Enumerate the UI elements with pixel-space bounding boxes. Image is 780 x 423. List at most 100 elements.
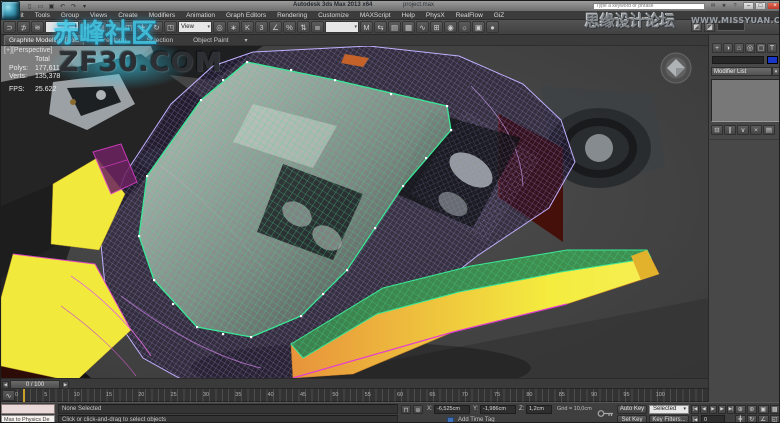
orbit-icon[interactable]: ↻ (747, 415, 758, 423)
schematic-view-icon[interactable]: ⊞ (430, 21, 443, 33)
modifier-list-arrow-icon[interactable]: ▾ (772, 67, 780, 76)
selection-region-icon[interactable]: ▭ (108, 21, 121, 33)
bind-to-space-warp-icon[interactable]: ≋ (31, 21, 44, 33)
select-and-rotate-icon[interactable]: ↻ (150, 21, 163, 33)
save-file-icon[interactable]: ▣ (47, 2, 56, 10)
menu-item[interactable]: Customize (313, 12, 355, 19)
tab-modify[interactable]: ◑ (723, 43, 733, 53)
undo-icon[interactable]: ↶ (58, 2, 67, 10)
window-crossing-icon[interactable]: ◫ (122, 21, 135, 33)
menu-item[interactable]: Rendering (272, 12, 313, 19)
menu-item[interactable]: GiZ (488, 12, 509, 19)
set-key-button[interactable]: Set Key (617, 415, 647, 423)
redo-icon[interactable]: ↷ (69, 2, 78, 10)
viewport[interactable]: [+][Perspective] Total Polys:177,611 Ver… (1, 46, 708, 378)
tab-object-paint[interactable]: Object Paint (189, 36, 232, 45)
zoom-extents-icon[interactable]: ▣ (758, 405, 769, 414)
object-name-field[interactable] (712, 56, 764, 64)
pan-icon[interactable]: ╋ (735, 415, 746, 423)
material-editor-icon[interactable]: ◉ (444, 21, 457, 33)
menu-item[interactable]: Graph Editors (221, 12, 272, 19)
maxscript-mini-listener-white[interactable]: Max to Physics De (1, 415, 55, 423)
menu-item[interactable]: Animation (181, 12, 221, 19)
select-and-scale-icon[interactable]: ◳ (164, 21, 177, 33)
go-to-start-button[interactable]: |◀ (691, 405, 699, 414)
render-production-icon[interactable]: ● (486, 21, 499, 33)
snap-toggle-icon[interactable]: 3 (255, 21, 268, 33)
new-scene-icon[interactable]: ▯ (25, 2, 34, 10)
named-selection-sets-dropdown[interactable] (325, 21, 359, 33)
close-button[interactable]: × (767, 2, 780, 10)
select-and-link-icon[interactable]: ⊃ (3, 21, 16, 33)
minimize-button[interactable]: – (743, 2, 754, 10)
key-filters-button[interactable]: Key Filters... (649, 415, 689, 423)
communication-center-icon[interactable]: ✉ (709, 2, 717, 10)
layer-manager-icon[interactable]: ▤ (388, 21, 401, 33)
z-coordinate-field[interactable]: 1,2cm (526, 405, 552, 414)
remove-modifier-icon[interactable]: × (750, 125, 762, 135)
time-tag-icon[interactable] (447, 417, 454, 423)
selection-lock-icon[interactable]: ⊓ (401, 405, 411, 414)
tab-hierarchy[interactable]: ⌂ (734, 43, 744, 53)
next-frame-button[interactable]: ▶ (718, 405, 726, 414)
field-of-view-icon[interactable]: ∠ (758, 415, 769, 423)
selection-filter-dropdown[interactable] (45, 21, 79, 33)
maximize-viewport-icon[interactable]: ◱ (770, 415, 780, 423)
go-to-end-button[interactable]: ▶| (727, 405, 735, 414)
track-bar[interactable]: ∿ 05101520253035404550556065707580859095… (1, 389, 708, 402)
time-slider-next-icon[interactable]: ▶ (62, 381, 69, 389)
configure-modifier-sets-icon[interactable]: ▤ (763, 125, 775, 135)
menu-item[interactable]: RealFlow (450, 12, 488, 19)
tab-selection[interactable]: Selection (142, 36, 177, 45)
spinner-snap-icon[interactable]: ⇅ (297, 21, 310, 33)
time-slider[interactable]: ◀ 0 / 100 ▶ (1, 378, 708, 389)
tab-motion[interactable]: ◎ (745, 43, 755, 53)
zoom-all-icon[interactable]: ⊛ (747, 405, 758, 414)
favorites-icon[interactable]: ★ (720, 2, 728, 10)
y-coordinate-field[interactable]: -1,986cm (480, 405, 516, 414)
previous-frame-button[interactable]: ◀ (700, 405, 708, 414)
unlink-selection-icon[interactable]: ⊅ (17, 21, 30, 33)
viewcube-home-icon[interactable] (661, 53, 691, 83)
time-slider-handle[interactable]: 0 / 100 (10, 380, 60, 389)
help-icon[interactable]: ? (731, 2, 739, 10)
keyboard-override-icon[interactable]: K (241, 21, 254, 33)
align-icon[interactable]: ⇆ (374, 21, 387, 33)
add-time-tag[interactable]: Add Time Tag (458, 417, 495, 423)
make-unique-icon[interactable]: ∨ (737, 125, 749, 135)
mini-curve-editor-icon[interactable]: ∿ (2, 390, 15, 401)
maxscript-mini-listener-pink[interactable] (1, 404, 55, 414)
rendered-frame-icon[interactable]: ▣ (472, 21, 485, 33)
zoom-icon[interactable]: ⊕ (735, 405, 746, 414)
modifier-stack[interactable] (711, 79, 780, 122)
ribbon-minimize-icon[interactable]: ▾ (245, 37, 248, 45)
angle-snap-icon[interactable]: ∠ (269, 21, 282, 33)
search-input[interactable] (593, 3, 705, 10)
tab-utilities[interactable]: T (767, 43, 777, 53)
absolute-mode-icon[interactable]: ⊕ (413, 405, 423, 414)
select-by-name-icon[interactable]: ▤ (94, 21, 107, 33)
curve-editor-icon[interactable]: ∿ (416, 21, 429, 33)
selection-set-dropdown[interactable]: Selected (649, 405, 689, 414)
project-dropdown-icon[interactable]: ▾ (80, 2, 89, 10)
mirror-icon[interactable]: M (360, 21, 373, 33)
menu-item[interactable]: Create (113, 12, 144, 19)
tab-create[interactable]: + (712, 43, 722, 53)
use-pivot-center-icon[interactable]: ◎ (213, 21, 226, 33)
play-button[interactable]: ▶ (709, 405, 717, 414)
reference-coordinate-dropdown[interactable]: View (178, 21, 212, 33)
select-and-manipulate-icon[interactable]: ∗ (227, 21, 240, 33)
menu-item[interactable]: MAXScript (354, 12, 396, 19)
percent-snap-icon[interactable]: % (283, 21, 296, 33)
x-coordinate-field[interactable]: -6,525cm (434, 405, 470, 414)
viewport-label[interactable]: [+][Perspective] (4, 47, 52, 54)
modifier-list-dropdown[interactable]: Modifier List (711, 67, 772, 76)
tab-freeform[interactable]: Freeform (96, 36, 130, 45)
tab-display[interactable]: ▢ (756, 43, 766, 53)
menu-item[interactable]: Modifiers (143, 12, 180, 19)
auto-key-button[interactable]: Auto Key (617, 405, 647, 414)
plugin-button[interactable] (717, 22, 745, 31)
plugin-icon-2[interactable]: ◪ (704, 21, 715, 32)
current-frame-field[interactable]: 0 (701, 415, 725, 423)
select-and-move-icon[interactable]: ╋ (136, 21, 149, 33)
